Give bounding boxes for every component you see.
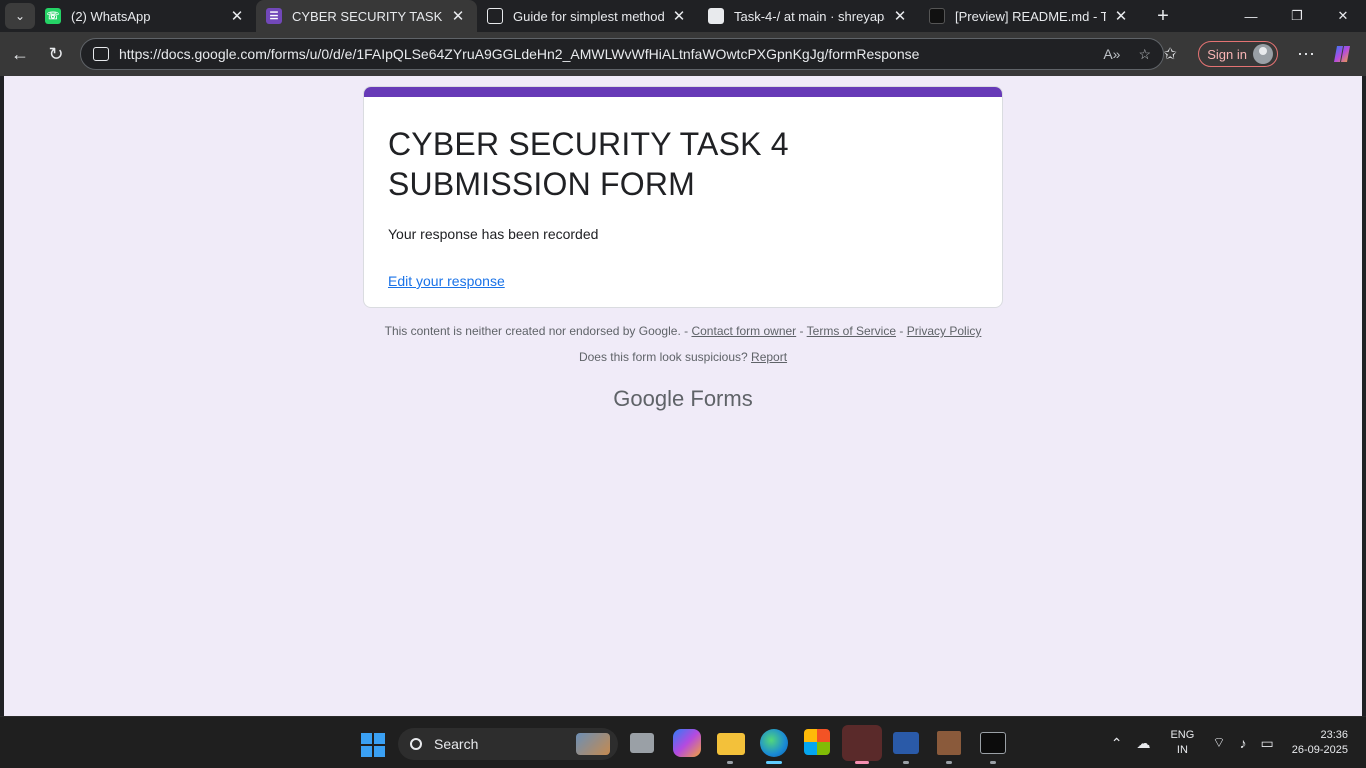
page-content: CYBER SECURITY TASK 4 SUBMISSION FORM Yo…	[4, 76, 1362, 716]
clock-time: 23:36	[1320, 729, 1348, 741]
language-code: ENG	[1170, 729, 1195, 741]
file-explorer-icon[interactable]	[717, 733, 745, 755]
form-disclaimer: This content is neither created nor endo…	[4, 324, 1362, 338]
taskbar-search[interactable]: Search	[398, 728, 618, 760]
tab-title: [Preview] README.md - Task-4	[955, 8, 1106, 24]
google-forms-icon: ☰	[266, 8, 282, 24]
report-link[interactable]: Report	[751, 350, 787, 364]
forms-wordmark: Forms	[690, 386, 753, 411]
new-tab-button[interactable]: +	[1148, 5, 1178, 28]
navigation-bar: ← ↻ https://docs.google.com/forms/u/0/d/…	[0, 32, 1366, 76]
address-bar[interactable]: https://docs.google.com/forms/u/0/d/e/1F…	[80, 38, 1164, 70]
start-button[interactable]	[361, 733, 385, 757]
back-button[interactable]: ←	[2, 38, 38, 70]
favorite-star-icon[interactable]: ☆	[1138, 46, 1151, 63]
form-response-card: CYBER SECURITY TASK 4 SUBMISSION FORM Yo…	[363, 86, 1003, 308]
close-tab-icon[interactable]: ✕	[1112, 7, 1130, 25]
volume-icon[interactable]: ♪	[1239, 735, 1246, 751]
minecraft-icon[interactable]	[937, 731, 961, 755]
edit-response-link[interactable]: Edit your response	[388, 273, 505, 289]
task-view-icon[interactable]	[630, 733, 654, 753]
running-indicator	[946, 761, 952, 764]
taskbar: Search ⌃ ☁ ENG IN ⌔ ♪ ▭ 23:36 26-09-2025	[0, 716, 1366, 768]
terms-link[interactable]: Terms of Service	[807, 324, 896, 338]
close-tab-icon[interactable]: ✕	[449, 7, 467, 25]
search-label: Search	[434, 736, 479, 752]
refresh-button[interactable]: ↻	[38, 38, 74, 70]
refresh-icon: ↻	[48, 43, 64, 64]
avatar	[1253, 44, 1273, 64]
contact-owner-link[interactable]: Contact form owner	[691, 324, 796, 338]
tab-strip: ⌄ ☏ (2) WhatsApp ✕ ☰ CYBER SECURITY TASK…	[0, 0, 1366, 32]
running-indicator	[855, 761, 869, 764]
form-accent-bar	[364, 87, 1002, 97]
close-tab-icon[interactable]: ✕	[891, 7, 909, 25]
suspicious-text: Does this form look suspicious?	[578, 350, 748, 364]
google-forms-logo[interactable]: Google Forms	[4, 386, 1362, 412]
separator: -	[899, 324, 904, 338]
running-indicator	[727, 761, 733, 764]
sign-in-button[interactable]: Sign in	[1198, 41, 1278, 67]
minimize-icon[interactable]: —	[1228, 0, 1274, 32]
chatgpt-icon	[487, 8, 503, 24]
close-tab-icon[interactable]: ✕	[670, 7, 688, 25]
tab-github-task[interactable]: Task-4-/ at main · shreyapande ✕	[698, 0, 919, 32]
tab-title: Task-4-/ at main · shreyapande	[734, 8, 885, 24]
copilot-icon[interactable]	[1324, 38, 1360, 70]
powershell-icon[interactable]	[893, 732, 919, 754]
restore-icon[interactable]: ❐	[1274, 0, 1320, 32]
url-text[interactable]: https://docs.google.com/forms/u/0/d/e/1F…	[119, 46, 1085, 62]
github-icon	[929, 8, 945, 24]
tab-whatsapp[interactable]: ☏ (2) WhatsApp ✕	[35, 0, 256, 32]
running-indicator	[990, 761, 996, 764]
app-icon[interactable]	[842, 725, 882, 761]
active-app-indicator	[766, 761, 782, 764]
arrow-left-icon: ←	[11, 43, 29, 64]
close-tab-icon[interactable]: ✕	[228, 7, 246, 25]
privacy-link[interactable]: Privacy Policy	[907, 324, 982, 338]
tab-actions-menu-button[interactable]: ⌄	[5, 3, 35, 29]
edge-icon[interactable]	[760, 729, 788, 757]
read-aloud-icon[interactable]: A»	[1103, 46, 1120, 62]
tab-google-form[interactable]: ☰ CYBER SECURITY TASK 4 SUBM ✕	[256, 0, 477, 32]
copilot-icon[interactable]	[673, 729, 701, 757]
clock[interactable]: 23:36 26-09-2025	[1292, 728, 1348, 758]
whatsapp-icon: ☏	[45, 8, 61, 24]
store-icon[interactable]	[804, 729, 830, 755]
separator: -	[799, 324, 804, 338]
show-hidden-icons-icon[interactable]: ⌃	[1111, 735, 1123, 752]
disclaimer-text: This content is neither created nor endo…	[384, 324, 689, 338]
tab-title: (2) WhatsApp	[71, 8, 151, 24]
system-tray: ⌃ ☁ ENG IN ⌔ ♪ ▭ 23:36 26-09-2025	[1111, 717, 1366, 768]
google-wordmark: Google	[613, 386, 685, 411]
tab-title: CYBER SECURITY TASK 4 SUBM	[292, 8, 443, 24]
chevron-down-icon: ⌄	[14, 9, 26, 23]
site-info-icon[interactable]	[93, 47, 109, 61]
more-options-icon[interactable]: ⋯	[1288, 38, 1324, 70]
region-code: IN	[1176, 744, 1188, 756]
favorites-icon[interactable]: ✩	[1152, 38, 1188, 70]
running-indicator	[903, 761, 909, 764]
tab-title: Guide for simplest method	[513, 8, 664, 24]
confirmation-message: Your response has been recorded	[388, 226, 599, 242]
form-title: CYBER SECURITY TASK 4 SUBMISSION FORM	[388, 126, 789, 202]
sign-in-label: Sign in	[1207, 46, 1247, 62]
toolbar-right: ✩ Sign in ⋯	[1152, 38, 1366, 70]
tab-github-readme[interactable]: [Preview] README.md - Task-4 ✕	[919, 0, 1140, 32]
close-window-icon[interactable]: ✕	[1320, 0, 1366, 32]
terminal-icon[interactable]	[980, 732, 1006, 754]
window-controls: — ❐ ✕	[1228, 0, 1366, 32]
search-icon	[410, 738, 422, 750]
wifi-icon[interactable]: ⌔	[1212, 734, 1225, 752]
battery-icon[interactable]: ▭	[1260, 735, 1273, 752]
search-highlight-icon	[576, 733, 610, 755]
tab-chatgpt-guide[interactable]: Guide for simplest method ✕	[477, 0, 698, 32]
language-indicator[interactable]: ENG IN	[1170, 728, 1194, 758]
onedrive-icon[interactable]: ☁	[1136, 735, 1150, 752]
github-icon	[708, 8, 724, 24]
report-line: Does this form look suspicious? Report	[4, 350, 1362, 364]
clock-date: 26-09-2025	[1291, 744, 1348, 756]
